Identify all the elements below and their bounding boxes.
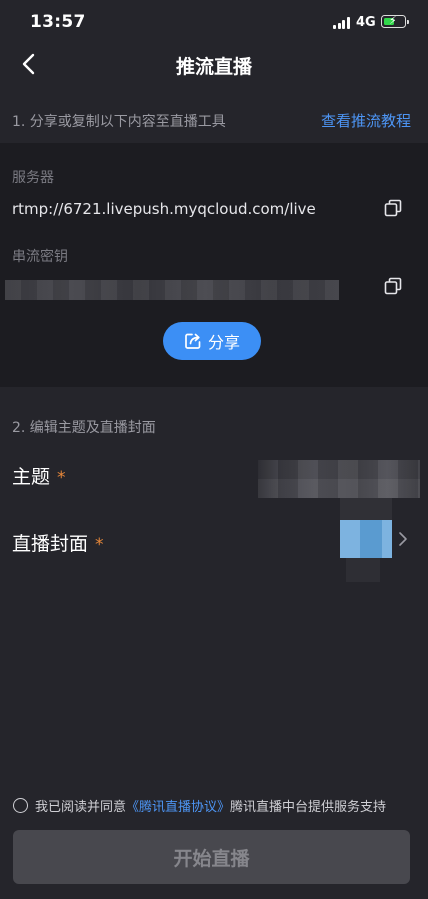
nav-bar: 推流直播 [0,44,428,86]
server-url: rtmp://6721.livepush.myqcloud.com/live [12,200,316,218]
stream-info-card: 服务器 rtmp://6721.livepush.myqcloud.com/li… [0,143,428,387]
copy-stream-key-button[interactable] [384,277,402,295]
share-button-label: 分享 [207,333,240,352]
charging-bolt-icon: ⚡ [389,14,397,27]
agreement-link[interactable]: 《腾讯直播协议》 [126,796,230,815]
agreement-row: 我已阅读并同意 《腾讯直播协议》 腾讯直播中台提供服务支持 [13,795,423,815]
agreement-checkbox[interactable] [13,797,28,813]
agreement-suffix: 腾讯直播中台提供服务支持 [230,799,387,815]
start-live-button[interactable]: 开始直播 [13,830,410,884]
network-type: 4G [356,15,376,30]
server-label: 服务器 [12,170,54,186]
signal-icon [333,17,350,29]
copy-icon [384,199,402,217]
topic-row[interactable]: 主题 * [12,462,66,489]
stream-key-label: 串流密钥 [12,249,68,265]
copy-server-button[interactable] [384,199,402,217]
copy-icon [384,277,402,295]
share-icon [185,333,201,349]
push-tutorial-link[interactable]: 查看推流教程 [321,110,411,131]
cover-row[interactable]: 直播封面 * [12,529,104,556]
status-time: 13:57 [30,12,86,32]
page-title: 推流直播 [175,56,252,78]
required-mark: * [95,535,104,555]
topic-label: 主题 [12,466,51,488]
required-mark: * [57,468,66,488]
section-1-label: 1. 分享或复制以下内容至直播工具 [12,114,226,130]
agreement-prefix: 我已阅读并同意 [35,799,127,815]
cover-label: 直播封面 [12,533,89,555]
section-1-header: 1. 分享或复制以下内容至直播工具 查看推流教程 [0,100,428,140]
status-bar: 13:57 4G ⚡ [0,0,428,44]
share-button[interactable]: 分享 [163,322,261,360]
stream-key-value-redacted [5,280,339,300]
chevron-right-icon[interactable] [398,531,408,547]
battery-icon: ⚡ [381,14,409,28]
section-2-label: 2. 编辑主题及直播封面 [12,420,156,436]
cover-thumbnail-redacted[interactable] [340,498,392,582]
topic-value-redacted[interactable] [258,460,420,498]
